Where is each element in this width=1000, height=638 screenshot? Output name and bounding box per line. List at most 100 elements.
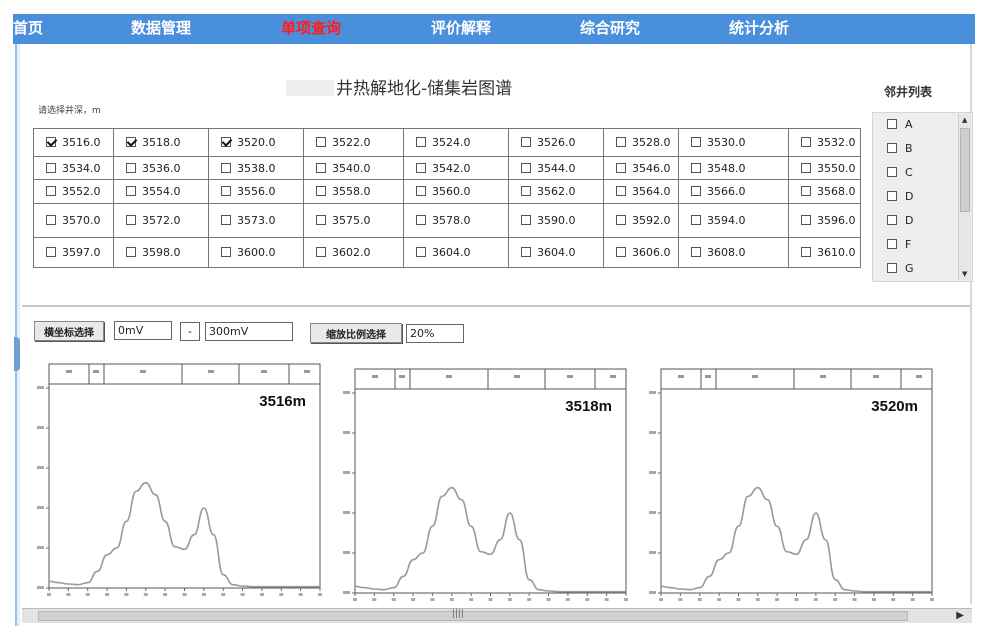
depth-checkbox[interactable] (801, 215, 811, 226)
neighbor-well-item[interactable]: D (887, 214, 913, 227)
x-range-from-input[interactable]: 0mV (114, 321, 172, 340)
well-checkbox[interactable] (887, 215, 897, 225)
depth-checkbox[interactable] (691, 186, 701, 197)
depth-checkbox[interactable] (46, 186, 56, 197)
header-mark (399, 375, 405, 378)
well-checkbox[interactable] (887, 143, 897, 153)
depth-checkbox[interactable] (691, 215, 701, 226)
nav-item-single-query[interactable]: 单项查询 (281, 17, 341, 38)
depth-checkbox[interactable] (521, 162, 531, 173)
well-checkbox[interactable] (887, 167, 897, 177)
depth-checkbox[interactable] (616, 136, 626, 147)
depth-cell: 3562.0 (508, 179, 604, 205)
well-checkbox[interactable] (887, 119, 897, 129)
depth-grid: 3516.0 3518.0 3520.0 3522.0 3524.0 3526.0 3528… (33, 128, 861, 268)
depth-checkbox[interactable] (416, 215, 426, 226)
depth-checkbox[interactable] (616, 162, 626, 173)
x-axis-select-button[interactable]: 横坐标选择 (34, 321, 104, 341)
depth-checkbox[interactable] (521, 186, 531, 197)
depth-checkbox[interactable] (126, 247, 136, 258)
depth-checkbox[interactable] (521, 136, 531, 147)
horizontal-scrollbar[interactable]: |||| ▶ (22, 608, 972, 623)
x-tick-mark (240, 593, 245, 596)
depth-checkbox[interactable] (316, 215, 326, 226)
nav-item-home[interactable]: 首页 (13, 17, 43, 38)
depth-label: 3594.0 (707, 214, 746, 228)
depth-checkbox[interactable] (126, 136, 136, 147)
nav-item-research[interactable]: 综合研究 (580, 17, 640, 38)
scale-select-button[interactable]: 缩放比例选择 (310, 323, 402, 343)
depth-checkbox[interactable] (691, 247, 701, 258)
neighbor-well-item[interactable]: C (887, 166, 913, 179)
depth-checkbox[interactable] (46, 247, 56, 258)
depth-checkbox[interactable] (691, 162, 701, 173)
header-mark (567, 375, 573, 378)
depth-checkbox[interactable] (46, 162, 56, 173)
depth-checkbox[interactable] (616, 215, 626, 226)
depth-checkbox[interactable] (316, 186, 326, 197)
well-checkbox[interactable] (887, 263, 897, 273)
depth-checkbox[interactable] (316, 136, 326, 147)
neighbor-well-item[interactable]: B (887, 142, 913, 155)
x-tick-mark (546, 598, 551, 601)
x-tick-mark (717, 598, 722, 601)
depth-label: 3600.0 (237, 246, 276, 260)
well-label: G (905, 262, 914, 275)
scroll-up-icon[interactable]: ▲ (962, 117, 967, 124)
wells-scroll-thumb[interactable] (960, 128, 970, 212)
depth-checkbox[interactable] (416, 136, 426, 147)
depth-checkbox[interactable] (221, 247, 231, 258)
depth-checkbox[interactable] (521, 247, 531, 258)
depth-checkbox[interactable] (126, 162, 136, 173)
depth-label: 3536.0 (142, 161, 181, 175)
depth-checkbox[interactable] (801, 247, 811, 258)
header-mark (372, 375, 378, 378)
depth-checkbox[interactable] (521, 215, 531, 226)
nav-item-statistics[interactable]: 统计分析 (729, 17, 789, 38)
depth-checkbox[interactable] (801, 162, 811, 173)
well-checkbox[interactable] (887, 239, 897, 249)
x-tick-mark (449, 598, 454, 601)
collapse-handle[interactable] (14, 337, 20, 371)
depth-checkbox[interactable] (616, 186, 626, 197)
depth-label: 3560.0 (432, 185, 471, 199)
horizontal-scroll-thumb[interactable] (38, 611, 908, 621)
scroll-down-icon[interactable]: ▼ (962, 271, 967, 278)
depth-checkbox[interactable] (221, 136, 231, 147)
depth-checkbox[interactable] (801, 186, 811, 197)
depth-label: 3546.0 (632, 161, 671, 175)
x-tick-mark (66, 593, 71, 596)
depth-checkbox[interactable] (416, 247, 426, 258)
depth-checkbox[interactable] (126, 215, 136, 226)
depth-checkbox[interactable] (801, 136, 811, 147)
depth-checkbox[interactable] (316, 162, 326, 173)
depth-checkbox[interactable] (221, 215, 231, 226)
depth-checkbox[interactable] (616, 247, 626, 258)
wells-scrollbar[interactable]: ▲ ▼ (958, 114, 971, 280)
depth-label: 3566.0 (707, 185, 746, 199)
depth-cell: 3516.0 (33, 128, 114, 157)
depth-checkbox[interactable] (221, 162, 231, 173)
depth-checkbox[interactable] (316, 247, 326, 258)
neighbor-well-item[interactable]: A (887, 118, 913, 131)
well-checkbox[interactable] (887, 191, 897, 201)
depth-cell: 3597.0 (33, 237, 114, 268)
depth-checkbox[interactable] (46, 136, 56, 147)
depth-label: 3578.0 (432, 214, 471, 228)
depth-checkbox[interactable] (416, 162, 426, 173)
scale-ratio-input[interactable]: 20% (406, 324, 464, 343)
x-range-to-input[interactable]: 300mV (205, 322, 293, 341)
x-tick-mark (85, 593, 90, 596)
depth-label: 3548.0 (707, 161, 746, 175)
depth-checkbox[interactable] (221, 186, 231, 197)
neighbor-well-item[interactable]: D (887, 190, 913, 203)
depth-checkbox[interactable] (416, 186, 426, 197)
neighbor-well-item[interactable]: F (887, 238, 911, 251)
neighbor-well-item[interactable]: G (887, 262, 914, 275)
depth-checkbox[interactable] (46, 215, 56, 226)
scroll-right-icon[interactable]: ▶ (956, 610, 964, 621)
nav-item-data-management[interactable]: 数据管理 (131, 17, 191, 38)
depth-checkbox[interactable] (691, 136, 701, 147)
nav-item-evaluation[interactable]: 评价解释 (431, 17, 491, 38)
depth-checkbox[interactable] (126, 186, 136, 197)
